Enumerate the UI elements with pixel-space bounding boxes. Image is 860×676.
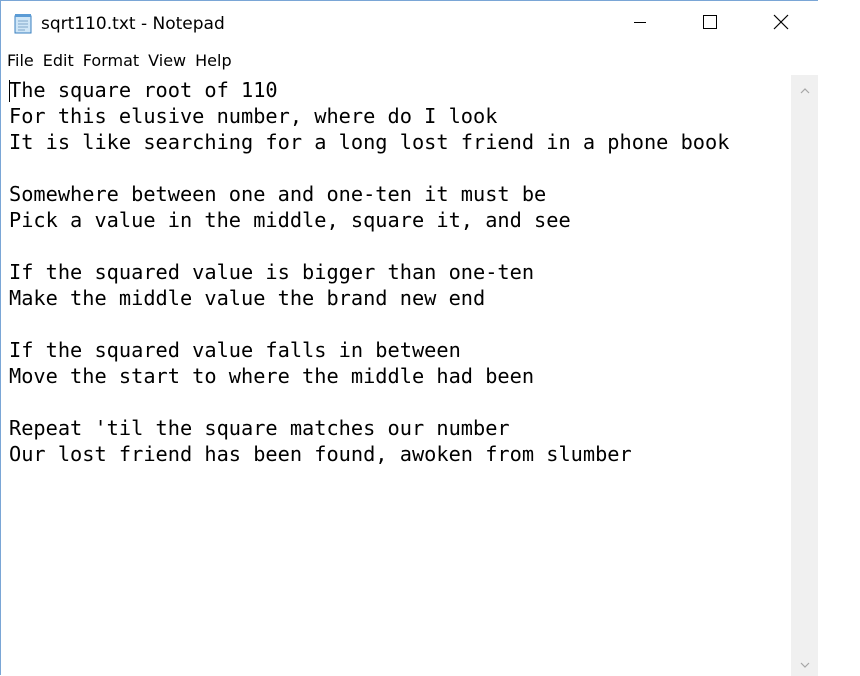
editor-content[interactable]: The square root of 110 For this elusive … <box>9 77 729 467</box>
close-button[interactable] <box>746 1 816 47</box>
chevron-down-icon <box>800 653 810 672</box>
menu-bar: File Edit Format View Help <box>1 49 818 73</box>
menu-file[interactable]: File <box>1 49 37 73</box>
minimize-button[interactable] <box>605 1 675 47</box>
vertical-scrollbar[interactable] <box>791 75 818 676</box>
menu-help[interactable]: Help <box>189 49 234 73</box>
maximize-button[interactable] <box>675 1 745 47</box>
text-editor[interactable]: The square root of 110 For this elusive … <box>1 75 791 676</box>
menu-view[interactable]: View <box>142 49 189 73</box>
notepad-window: sqrt110.txt - Notepad File Edit Format V… <box>0 0 818 676</box>
window-title: sqrt110.txt - Notepad <box>41 14 225 34</box>
menu-edit[interactable]: Edit <box>37 49 77 73</box>
notepad-icon[interactable] <box>13 13 34 34</box>
maximize-icon <box>702 14 718 34</box>
minimize-icon <box>632 14 648 34</box>
text-caret <box>9 80 10 102</box>
close-icon <box>772 13 790 35</box>
scroll-down-button[interactable] <box>791 649 818 676</box>
scroll-up-button[interactable] <box>791 75 818 102</box>
chevron-up-icon <box>800 79 810 98</box>
menu-format[interactable]: Format <box>77 49 142 73</box>
title-bar[interactable]: sqrt110.txt - Notepad <box>1 1 818 47</box>
